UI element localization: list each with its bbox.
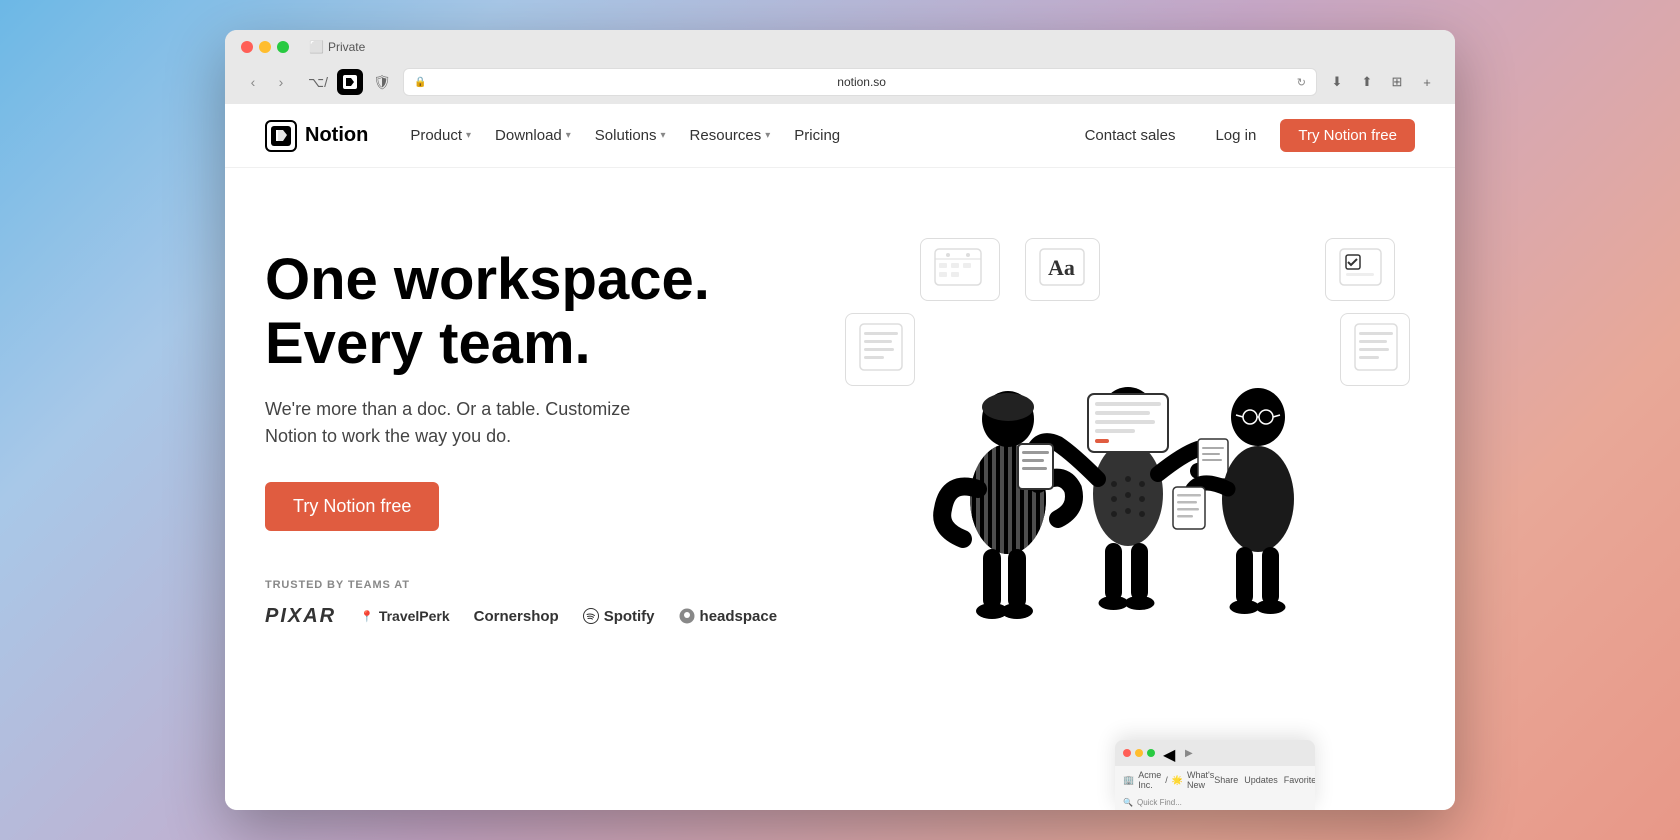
nested-content-preview: 🔍 Quick Find... [1115,794,1315,810]
nav-item-resources[interactable]: Resources ▾ [680,121,781,150]
nested-minimize [1135,749,1143,757]
ui-card-checkbox [1325,238,1395,301]
nav-product-label: Product [410,127,462,144]
contact-sales-button[interactable]: Contact sales [1069,119,1192,152]
download-icon[interactable]: ⬇ [1325,70,1349,94]
nav-item-solutions[interactable]: Solutions ▾ [585,121,676,150]
cornershop-name: Cornershop [474,608,559,625]
address-text: notion.so [432,75,1290,89]
navbar-nav: Product ▾ Download ▾ Solutions ▾ Resourc… [400,121,1068,150]
solutions-chevron-icon: ▾ [661,130,666,141]
tab-bar: ⬜ Private [309,40,365,54]
nested-browser: ◀ ▶ 🏢 Acme Inc. / 🌟 What's New Share Upd… [1115,740,1315,810]
nested-favorite[interactable]: Favorite [1284,775,1315,785]
nested-share[interactable]: Share [1214,775,1238,785]
try-notion-free-button-hero[interactable]: Try Notion free [265,482,439,531]
company-logos: PIXAR 📍 TravelPerk Cornershop [265,605,840,628]
nested-close [1123,749,1131,757]
notion-favicon-icon [337,69,363,95]
tab-label: ⬜ Private [309,40,365,54]
nested-quick-find: 🔍 Quick Find... [1123,798,1307,807]
hero-subtitle: We're more than a doc. Or a table. Custo… [265,396,685,450]
tab-text: Private [328,40,365,54]
page-content: Notion Product ▾ Download ▾ Solutions ▾ … [225,104,1455,810]
nav-item-product[interactable]: Product ▾ [400,121,481,150]
navbar-brand[interactable]: Notion [265,120,368,152]
nested-maximize [1147,749,1155,757]
nav-buttons: ‹ › [241,70,293,94]
nested-actions: Share Updates Favorite ••• [1214,775,1315,785]
nav-download-label: Download [495,127,562,144]
browser-titlebar: ⬜ Private [241,40,1439,54]
nested-browser-content: 🏢 Acme Inc. / 🌟 What's New Share Updates… [1115,766,1315,794]
address-bar[interactable]: 🔒 notion.so ↻ [403,68,1317,96]
browser-chrome: ⬜ Private ‹ › ⌥/ 🛡 🔒 [225,30,1455,104]
hero-title: One workspace. Every team. [265,248,840,376]
close-button[interactable] [241,41,253,53]
nav-item-pricing[interactable]: Pricing [784,121,850,150]
nested-arrow-fwd: ▶ [1185,748,1193,759]
shield-icon: 🛡 [369,69,395,95]
nav-resources-label: Resources [690,127,762,144]
hero-section: One workspace. Every team. We're more th… [225,168,1455,810]
grid-icon[interactable]: ⊞ [1385,70,1409,94]
nested-acme: Acme Inc. [1138,770,1161,790]
browser-window: ⬜ Private ‹ › ⌥/ 🛡 🔒 [225,30,1455,810]
trusted-label: TRUSTED BY TEAMS AT [265,579,840,591]
nested-page-title: What's New [1187,770,1214,790]
trusted-section: TRUSTED BY TEAMS AT PIXAR 📍 TravelPerk C… [265,579,840,628]
new-tab-icon[interactable]: + [1415,70,1439,94]
nested-arrow-back: ◀ [1163,745,1179,761]
spotify-name: Spotify [604,608,655,625]
maximize-button[interactable] [277,41,289,53]
brand-name: Notion [305,124,368,147]
product-chevron-icon: ▾ [466,130,471,141]
hero-title-line1: One workspace. [265,247,710,312]
ui-card-calendar [920,238,1000,301]
headspace-logo: headspace [679,608,778,625]
lock-icon: 🔒 [414,77,426,88]
download-chevron-icon: ▾ [566,130,571,141]
nested-browser-chrome: ◀ ▶ [1115,740,1315,766]
back-button[interactable]: ‹ [241,70,265,94]
ui-card-doc-right [1340,313,1410,386]
pixar-name: PIXAR [265,605,336,628]
cornershop-logo: Cornershop [474,608,559,625]
hero-content: One workspace. Every team. We're more th… [265,228,840,628]
browser-toolbar: ‹ › ⌥/ 🛡 🔒 notion.so ↻ ⬇ ⬆ [241,62,1439,104]
login-button[interactable]: Log in [1199,119,1272,152]
nav-solutions-label: Solutions [595,127,657,144]
nested-breadcrumb: 🏢 Acme Inc. / 🌟 What's New [1123,770,1214,790]
svg-text:Aa: Aa [1048,255,1075,280]
tab-page-icon: ⬜ [309,40,324,54]
navbar: Notion Product ▾ Download ▾ Solutions ▾ … [225,104,1455,168]
traffic-lights [241,41,289,53]
code-icon[interactable]: ⌥/ [305,69,331,95]
try-notion-free-button-nav[interactable]: Try Notion free [1280,119,1415,152]
resources-chevron-icon: ▾ [765,130,770,141]
pixar-logo: PIXAR [265,605,336,628]
notion-logo [265,120,297,152]
minimize-button[interactable] [259,41,271,53]
reload-icon[interactable]: ↻ [1297,76,1306,89]
nav-item-download[interactable]: Download ▾ [485,121,581,150]
forward-button[interactable]: › [269,70,293,94]
nested-updates[interactable]: Updates [1244,775,1278,785]
headspace-name: headspace [700,608,778,625]
travelperk-logo: 📍 TravelPerk [360,608,450,624]
ui-card-text: Aa [1025,238,1100,301]
share-icon[interactable]: ⬆ [1355,70,1379,94]
navbar-actions: Contact sales Log in Try Notion free [1069,119,1415,152]
nav-pricing-label: Pricing [794,127,840,144]
hero-title-line2: Every team. [265,311,591,376]
spotify-icon [583,608,599,624]
headspace-icon [679,608,695,624]
hero-illustration: Aa [840,228,1415,770]
hero-people-illustration [888,299,1368,699]
spotify-logo: Spotify [583,608,655,625]
travelperk-name: TravelPerk [379,608,450,624]
toolbar-icons: ⌥/ 🛡 [305,69,395,95]
ui-card-doc-left [845,313,915,386]
toolbar-right: ⬇ ⬆ ⊞ + [1325,70,1439,94]
